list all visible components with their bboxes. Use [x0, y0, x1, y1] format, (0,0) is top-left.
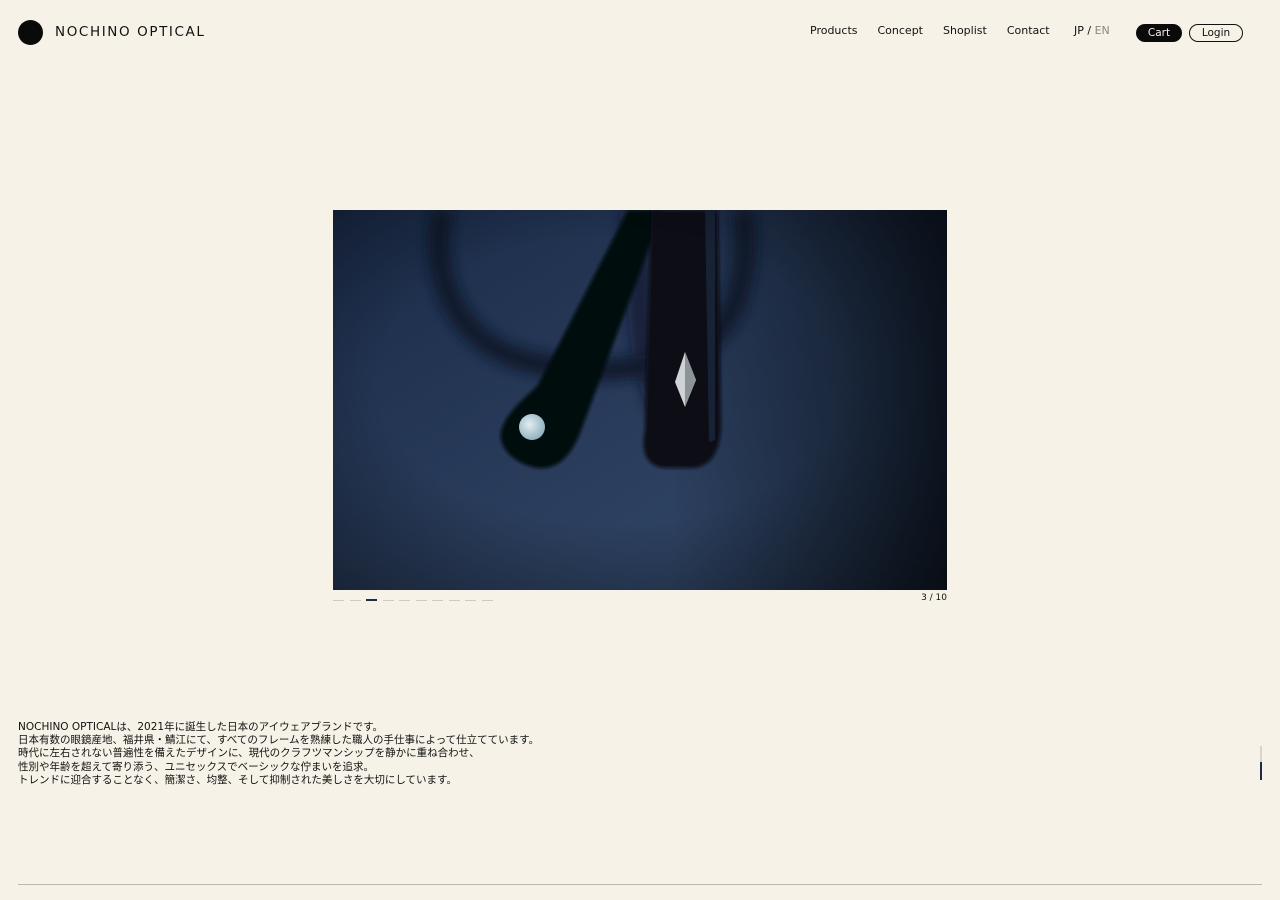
slider-indicators	[333, 598, 498, 602]
nav-contact[interactable]: Contact	[1007, 24, 1050, 37]
description-line: NOCHINO OPTICALは、2021年に誕生した日本のアイウェアブランドで…	[18, 721, 384, 733]
logo-link[interactable]: NOCHINO OPTICAL	[18, 19, 205, 45]
footer-divider	[18, 884, 1262, 885]
nav-shoplist[interactable]: Shoplist	[943, 24, 987, 37]
logo-text: NOCHINO OPTICAL	[55, 24, 206, 40]
description-line: トレンドに迎合することなく、簡潔さ、均整、そして抑制された美しさを大切にしていま…	[18, 773, 458, 786]
nav-concept[interactable]: Concept	[878, 24, 924, 37]
lang-separator: /	[1087, 24, 1092, 37]
slide-indicator-10[interactable]	[481, 599, 493, 601]
brand-description: NOCHINO OPTICALは、2021年に誕生した日本のアイウェアブランドで…	[18, 721, 618, 787]
slide-indicator-9[interactable]	[465, 599, 476, 601]
site-header: NOCHINO OPTICAL Products Concept Shoplis…	[0, 0, 1280, 64]
language-switcher: JP / EN	[1074, 24, 1110, 37]
description-line: 日本有数の眼鏡産地、福井県・鯖江にて、すべてのフレームを熟練した職人の手仕事によ…	[18, 734, 540, 747]
slide-counter: 3 / 10	[921, 593, 947, 603]
slide-indicator-4[interactable]	[382, 599, 394, 601]
hero-slide-image[interactable]	[333, 210, 947, 590]
logo-mark-icon	[18, 19, 43, 45]
cart-button[interactable]: Cart	[1136, 24, 1182, 42]
slide-indicator-2[interactable]	[349, 599, 361, 601]
slide-indicator-6[interactable]	[415, 599, 427, 601]
eyeglasses-photo	[333, 210, 947, 590]
lang-en[interactable]: EN	[1095, 24, 1110, 37]
login-button[interactable]: Login	[1189, 24, 1243, 42]
slide-indicator-5[interactable]	[399, 599, 410, 601]
scroll-indicator-thumb[interactable]	[1260, 762, 1262, 780]
description-line: 性別や年齢を超えて寄り添う、ユニセックスでベーシックな佇まいを追求。	[18, 760, 374, 773]
slide-indicator-1[interactable]	[333, 599, 344, 601]
scroll-indicator[interactable]	[1260, 746, 1262, 780]
description-line: 時代に左右されない普遍性を備えたデザインに、現代のクラフツマンシップを静かに重ね…	[18, 747, 480, 760]
lang-jp[interactable]: JP	[1074, 24, 1084, 37]
nav-products[interactable]: Products	[810, 24, 858, 37]
slide-indicator-3[interactable]	[366, 599, 377, 601]
slide-indicator-7[interactable]	[432, 599, 443, 601]
main-nav: Products Concept Shoplist Contact	[810, 24, 1050, 37]
slide-indicator-8[interactable]	[448, 599, 460, 601]
